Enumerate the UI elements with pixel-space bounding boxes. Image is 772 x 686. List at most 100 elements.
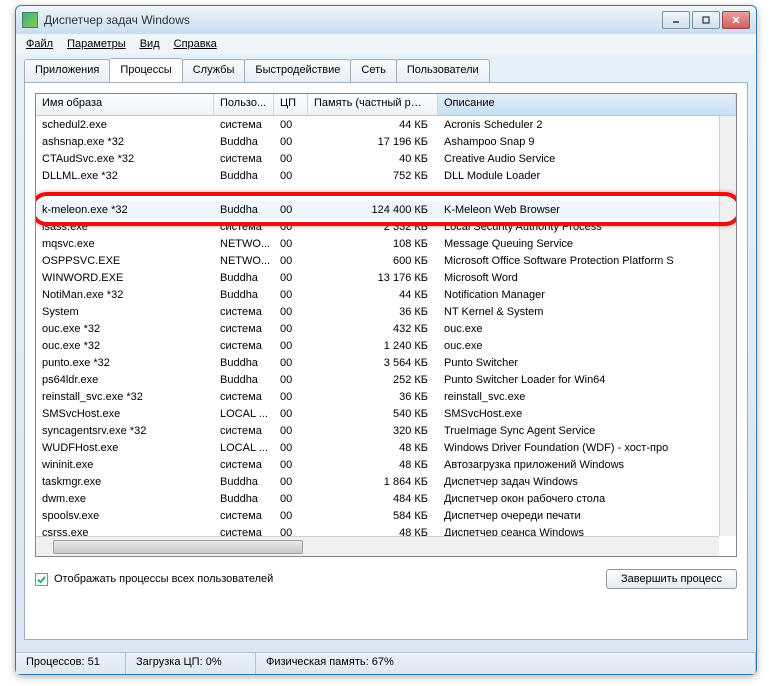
cell-mem: 36 КБ [308, 390, 438, 404]
menu-file[interactable]: Файл [20, 36, 59, 52]
cell-mem: 124 400 КБ [308, 203, 438, 217]
cell-mem: 432 КБ [308, 322, 438, 336]
col-user[interactable]: Пользо... [214, 94, 274, 115]
table-row[interactable]: NotiMan.exe *32Buddha0044 КБNotification… [36, 286, 736, 303]
table-row[interactable]: CTAudSvc.exe *32система0040 КБCreative A… [36, 150, 736, 167]
cell-cpu: 00 [274, 390, 308, 404]
table-row[interactable]: WUDFHost.exeLOCAL ...0048 КБWindows Driv… [36, 439, 736, 456]
cell-mem: 13 176 КБ [308, 271, 438, 285]
tab-3[interactable]: Быстродействие [244, 59, 351, 83]
cell-name: ouc.exe *32 [36, 339, 214, 353]
cell-desc: SMSvcHost.exe [438, 407, 736, 421]
horizontal-scrollbar[interactable] [36, 536, 719, 556]
cell-mem: 108 КБ [308, 237, 438, 251]
cell-name: schedul2.exe [36, 118, 214, 132]
table-row[interactable]: spoolsv.exeсистема00584 КБДиспетчер очер… [36, 507, 736, 524]
tab-5[interactable]: Пользователи [396, 59, 490, 83]
cell-user: система [214, 118, 274, 132]
cell-cpu: 00 [274, 441, 308, 455]
cell-cpu: 00 [274, 237, 308, 251]
cell-mem: 540 КБ [308, 407, 438, 421]
cell-mem: 1 240 КБ [308, 339, 438, 353]
vertical-scrollbar[interactable] [719, 116, 736, 536]
table-row[interactable]: dwm.exeBuddha00484 КБДиспетчер окон рабо… [36, 490, 736, 507]
list-body[interactable]: schedul2.exeсистема0044 КБAcronis Schedu… [36, 116, 736, 538]
cell-desc: K-Meleon Web Browser [438, 203, 736, 217]
table-row[interactable]: DLLML.exe *32Buddha00752 КБDLL Module Lo… [36, 167, 736, 184]
cell-name: System [36, 305, 214, 319]
table-row[interactable]: OSPPSVC.EXENETWO...00600 КБMicrosoft Off… [36, 252, 736, 269]
cell-cpu: 00 [274, 220, 308, 234]
cell-user: система [214, 458, 274, 472]
table-row[interactable]: wininit.exeсистема0048 КБАвтозагрузка пр… [36, 456, 736, 473]
table-row[interactable] [36, 184, 736, 201]
cell-cpu: 00 [274, 305, 308, 319]
close-button[interactable] [722, 11, 750, 29]
cell-mem [308, 192, 438, 194]
table-row[interactable]: ps64ldr.exeBuddha00252 КБPunto Switcher … [36, 371, 736, 388]
col-cpu[interactable]: ЦП [274, 94, 308, 115]
cell-name: punto.exe *32 [36, 356, 214, 370]
table-row[interactable]: lsass.exeсистема002 332 КБLocal Security… [36, 218, 736, 235]
horizontal-scroll-thumb[interactable] [53, 540, 303, 554]
menubar: Файл Параметры Вид Справка [16, 34, 756, 54]
table-row[interactable]: mqsvc.exeNETWO...00108 КБMessage Queuing… [36, 235, 736, 252]
menu-help[interactable]: Справка [168, 36, 223, 52]
table-row[interactable]: WINWORD.EXEBuddha0013 176 КБMicrosoft Wo… [36, 269, 736, 286]
cell-cpu: 00 [274, 271, 308, 285]
titlebar[interactable]: Диспетчер задач Windows [16, 6, 756, 34]
table-row[interactable]: SMSvcHost.exeLOCAL ...00540 КБSMSvcHost.… [36, 405, 736, 422]
cell-desc: Punto Switcher Loader for Win64 [438, 373, 736, 387]
table-row[interactable]: punto.exe *32Buddha003 564 КБPunto Switc… [36, 354, 736, 371]
cell-desc: NT Kernel & System [438, 305, 736, 319]
tab-2[interactable]: Службы [182, 59, 246, 83]
tab-0[interactable]: Приложения [24, 59, 110, 83]
cell-name: CTAudSvc.exe *32 [36, 152, 214, 166]
app-icon [22, 12, 38, 28]
table-row[interactable]: syncagentsrv.exe *32система00320 КБTrueI… [36, 422, 736, 439]
cell-user: система [214, 152, 274, 166]
table-row[interactable]: schedul2.exeсистема0044 КБAcronis Schedu… [36, 116, 736, 133]
table-row[interactable]: ashsnap.exe *32Buddha0017 196 КБAshampoo… [36, 133, 736, 150]
col-description[interactable]: Описание [438, 94, 736, 115]
table-row[interactable]: k-meleon.exe *32Buddha00124 400 КБK-Mele… [36, 201, 736, 218]
cell-cpu: 00 [274, 509, 308, 523]
col-image-name[interactable]: Имя образа [36, 94, 214, 115]
cell-name: taskmgr.exe [36, 475, 214, 489]
cell-name: ouc.exe *32 [36, 322, 214, 336]
menu-options[interactable]: Параметры [61, 36, 132, 52]
table-row[interactable]: taskmgr.exeBuddha001 864 КБДиспетчер зад… [36, 473, 736, 490]
cell-name: ashsnap.exe *32 [36, 135, 214, 149]
cell-cpu: 00 [274, 424, 308, 438]
cell-cpu: 00 [274, 407, 308, 421]
cell-mem: 40 КБ [308, 152, 438, 166]
cell-mem: 48 КБ [308, 441, 438, 455]
table-row[interactable]: reinstall_svc.exe *32система0036 КБreins… [36, 388, 736, 405]
cell-cpu: 00 [274, 152, 308, 166]
cell-desc: Windows Driver Foundation (WDF) - хост-п… [438, 441, 736, 455]
cell-cpu: 00 [274, 339, 308, 353]
cell-mem: 2 332 КБ [308, 220, 438, 234]
cell-desc: Автозагрузка приложений Windows [438, 458, 736, 472]
show-all-users-checkbox[interactable] [35, 573, 48, 586]
end-process-button[interactable]: Завершить процесс [606, 569, 737, 589]
cell-name: k-meleon.exe *32 [36, 203, 214, 217]
status-bar: Процессов: 51 Загрузка ЦП: 0% Физическая… [16, 652, 756, 674]
table-row[interactable]: ouc.exe *32система00432 КБouc.exe [36, 320, 736, 337]
cell-user: Buddha [214, 475, 274, 489]
table-row[interactable]: Systemсистема0036 КБNT Kernel & System [36, 303, 736, 320]
col-memory[interactable]: Память (частный рабо... [308, 94, 438, 115]
cell-mem: 752 КБ [308, 169, 438, 183]
minimize-button[interactable] [662, 11, 690, 29]
process-list[interactable]: Имя образа Пользо... ЦП Память (частный … [35, 93, 737, 557]
maximize-button[interactable] [692, 11, 720, 29]
cell-cpu: 00 [274, 288, 308, 302]
menu-view[interactable]: Вид [134, 36, 166, 52]
cell-cpu: 00 [274, 135, 308, 149]
tab-1[interactable]: Процессы [109, 58, 182, 82]
table-row[interactable]: ouc.exe *32система001 240 КБouc.exe [36, 337, 736, 354]
cell-cpu: 00 [274, 475, 308, 489]
cell-user: NETWO... [214, 254, 274, 268]
tab-4[interactable]: Сеть [350, 59, 396, 83]
cell-desc: Диспетчер очереди печати [438, 509, 736, 523]
